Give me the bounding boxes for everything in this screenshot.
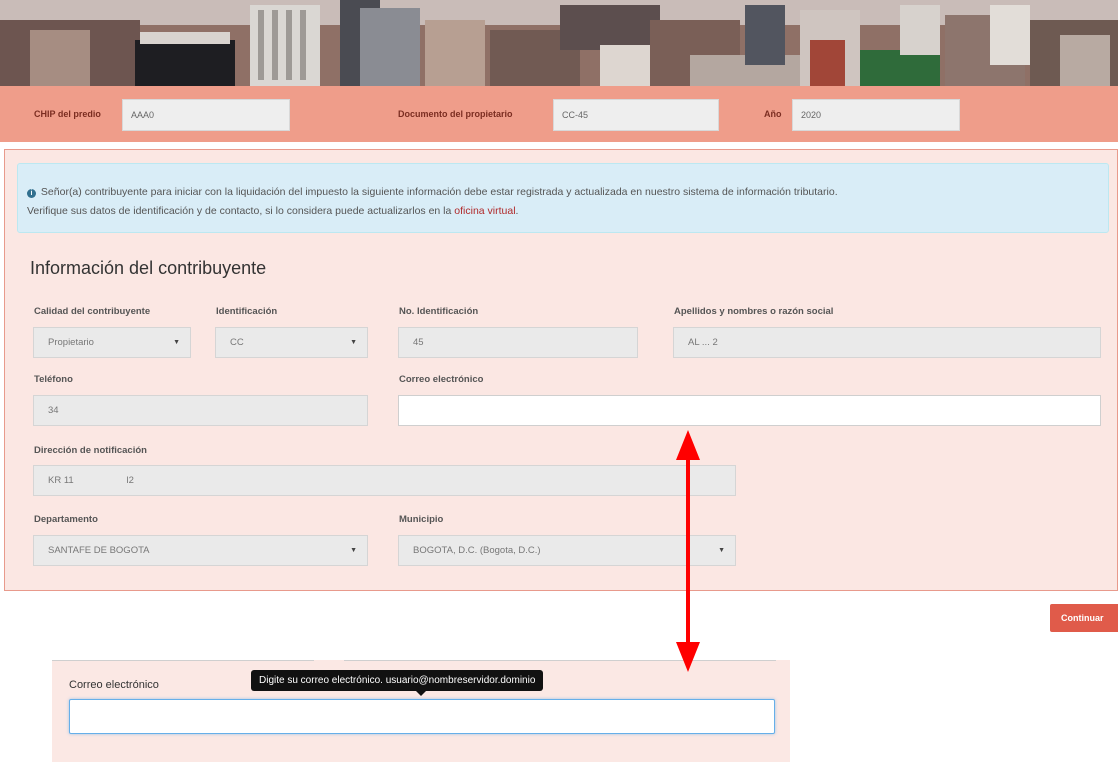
quality-value: Propietario (48, 337, 94, 348)
department-label: Departamento (34, 514, 98, 525)
city-banner-image (0, 0, 1118, 86)
email-label: Correo electrónico (399, 374, 484, 385)
chip-label: CHIP del predio (34, 109, 101, 119)
id-type-select[interactable]: CC ▼ (215, 327, 368, 358)
tooltip-arrow (416, 691, 426, 696)
taxpayer-panel: i Señor(a) contribuyente para iniciar co… (4, 149, 1118, 591)
divider (52, 660, 314, 661)
query-bar: CHIP del predio AAA0 Documento del propi… (0, 86, 1118, 142)
zoom-email-label: Correo electrónico (69, 679, 159, 691)
year-label: Año (764, 109, 782, 119)
id-type-label: Identificación (216, 306, 278, 317)
email-tooltip: Digite su correo electrónico. usuario@no… (251, 670, 544, 691)
zoom-email-input[interactable] (69, 699, 775, 734)
id-type-value: CC (230, 337, 244, 348)
address-field[interactable]: KR 11 l2 (33, 465, 736, 496)
caret-down-icon: ▼ (350, 339, 357, 346)
phone-field[interactable]: 34 (33, 395, 368, 426)
phone-label: Teléfono (34, 374, 73, 385)
quality-select[interactable]: Propietario ▼ (33, 327, 191, 358)
address-label: Dirección de notificación (34, 445, 147, 456)
divider (344, 660, 776, 661)
info-alert: i Señor(a) contribuyente para iniciar co… (17, 163, 1109, 233)
municipality-label: Municipio (399, 514, 444, 525)
department-select[interactable]: SANTAFE DE BOGOTA ▼ (33, 535, 368, 566)
department-value: SANTAFE DE BOGOTA (48, 545, 150, 556)
id-number-label: No. Identificación (399, 306, 479, 317)
info-text-line1: Señor(a) contribuyente para iniciar con … (40, 186, 838, 198)
caret-down-icon: ▼ (173, 339, 180, 346)
municipality-value: BOGOTA, D.C. (Bogota, D.C.) (413, 545, 541, 556)
info-circle-icon: i (27, 189, 36, 198)
caret-down-icon: ▼ (718, 547, 725, 554)
virtual-office-link[interactable]: oficina virtual (454, 205, 515, 217)
zoom-inset: Correo electrónico Digite su correo elec… (52, 660, 790, 762)
screen: CHIP del predio AAA0 Documento del propi… (0, 0, 1118, 762)
email-field[interactable] (398, 395, 1101, 426)
section-title: Información del contribuyente (30, 258, 267, 278)
caret-down-icon: ▼ (350, 547, 357, 554)
year-field[interactable]: 2020 (792, 99, 960, 131)
document-label: Documento del propietario (398, 109, 513, 119)
quality-label: Calidad del contribuyente (34, 306, 151, 317)
info-text-line2: Verifique sus datos de identificación y … (27, 205, 455, 217)
id-number-field[interactable]: 45 (398, 327, 638, 358)
info-text-end: . (515, 205, 519, 217)
double-arrow-icon (676, 430, 700, 672)
chip-field[interactable]: AAA0 (122, 99, 290, 131)
continue-button[interactable]: Continuar (1050, 604, 1118, 632)
name-field[interactable]: AL ... 2 (673, 327, 1101, 358)
document-field[interactable]: CC-45 (553, 99, 719, 131)
name-label: Apellidos y nombres o razón social (674, 306, 834, 317)
